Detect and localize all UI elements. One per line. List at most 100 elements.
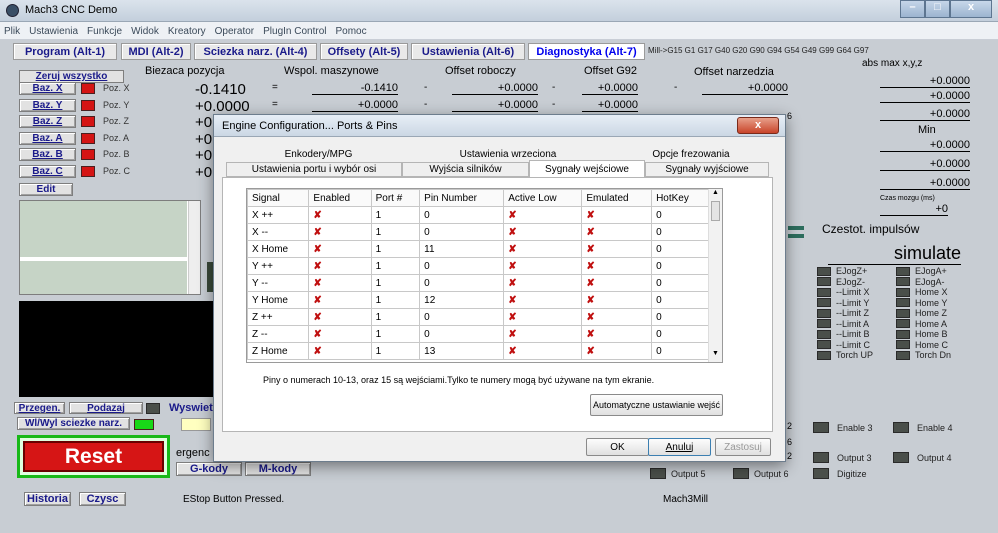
menu-item-6[interactable]: PlugIn Control [263,26,326,37]
enabled-cell[interactable]: ✘ [308,291,372,309]
tab-diagnostics[interactable]: Diagnostyka (Alt-7) [528,43,645,60]
ok-button[interactable]: OK [586,438,649,456]
column-header[interactable]: Pin Number [419,189,505,207]
emulated-cell[interactable]: ✘ [581,308,653,326]
active-low-cell[interactable]: ✘ [503,257,583,275]
emulated-cell[interactable]: ✘ [581,342,653,360]
port-cell[interactable]: 1 [370,308,421,326]
emulated-cell[interactable]: ✘ [581,223,653,241]
toggle-toolpath-button[interactable]: Wl/Wyl sciezke narz. [17,417,130,430]
pin-number-cell[interactable]: 0 [419,223,505,241]
pin-number-cell[interactable]: 12 [419,291,505,309]
emulated-cell[interactable]: ✘ [581,274,653,292]
active-low-cell[interactable]: ✘ [503,206,583,224]
enabled-cell[interactable]: ✘ [308,308,372,326]
emulated-cell[interactable]: ✘ [581,240,653,258]
menu-item-0[interactable]: Plik [4,26,20,37]
apply-button[interactable]: Zastosuj [715,438,771,456]
edit-button[interactable]: Edit [19,183,73,196]
history-button[interactable]: Historia [24,492,71,506]
pin-number-cell[interactable]: 0 [419,308,505,326]
menu-item-5[interactable]: Operator [215,26,254,37]
enabled-cell[interactable]: ✘ [308,257,372,275]
menu-item-2[interactable]: Funkcje [87,26,122,37]
tab-encoders[interactable]: Enkodery/MPG [226,147,411,162]
code-list[interactable] [19,200,201,295]
emulated-cell[interactable]: ✘ [581,291,653,309]
home-axis-button[interactable]: Baz. Y [19,99,76,112]
active-low-cell[interactable]: ✘ [503,342,583,360]
home-axis-button[interactable]: Baz. B [19,148,76,161]
port-cell[interactable]: 1 [370,291,421,309]
table-row[interactable]: Z ++ ✘ 1 0 ✘ ✘ 0 [247,308,709,326]
cancel-button[interactable]: Anuluj [648,438,711,456]
hotkey-cell[interactable]: 0 [651,308,709,326]
home-axis-button[interactable]: Baz. Z [19,115,76,128]
reset-button[interactable]: Reset [23,441,164,472]
menu-item-7[interactable]: Pomoc [336,26,367,37]
gcodes-button[interactable]: G-kody [176,462,242,476]
hotkey-cell[interactable]: 0 [651,240,709,258]
active-low-cell[interactable]: ✘ [503,274,583,292]
mcodes-button[interactable]: M-kody [245,462,311,476]
hotkey-cell[interactable]: 0 [651,274,709,292]
column-header[interactable]: HotKey [651,189,709,207]
scroll-down-arrow[interactable]: ▼ [709,350,722,362]
regenerate-button[interactable]: Przegen. [14,402,65,414]
dialog-close-button[interactable]: x [737,117,779,134]
tab-motor-outputs[interactable]: Wyjścia silników [402,162,529,177]
hotkey-cell[interactable]: 0 [651,206,709,224]
port-cell[interactable]: 1 [370,206,421,224]
column-header[interactable]: Emulated [581,189,653,207]
pin-number-cell[interactable]: 0 [419,274,505,292]
tab-toolpath[interactable]: Sciezka narz. (Alt-4) [194,43,317,60]
emulated-cell[interactable]: ✘ [581,206,653,224]
table-row[interactable]: Z -- ✘ 1 0 ✘ ✘ 0 [247,325,709,343]
active-low-cell[interactable]: ✘ [503,240,583,258]
tab-output-signals[interactable]: Sygnały wyjściowe [645,162,769,177]
hotkey-cell[interactable]: 0 [651,325,709,343]
tab-settings[interactable]: Ustawienia (Alt-6) [411,43,525,60]
tab-offsets[interactable]: Offsety (Alt-5) [320,43,408,60]
port-cell[interactable]: 1 [370,240,421,258]
hotkey-cell[interactable]: 0 [651,342,709,360]
enabled-cell[interactable]: ✘ [308,223,372,241]
enabled-cell[interactable]: ✘ [308,274,372,292]
enabled-cell[interactable]: ✘ [308,342,372,360]
mdi-input[interactable] [181,418,211,431]
pin-number-cell[interactable]: 11 [419,240,505,258]
active-low-cell[interactable]: ✘ [503,291,583,309]
clear-button[interactable]: Czysc [79,492,126,506]
table-scrollbar[interactable]: ▲ ▼ [708,189,722,362]
minimize-button[interactable]: – [900,0,925,18]
tab-port-setup[interactable]: Ustawienia portu i wybór osi [226,162,402,177]
active-low-cell[interactable]: ✘ [503,325,583,343]
tab-program[interactable]: Program (Alt-1) [13,43,117,60]
auto-setup-inputs-button[interactable]: Automatyczne ustawianie wejść [590,394,723,416]
pin-number-cell[interactable]: 13 [419,342,505,360]
pin-number-cell[interactable]: 0 [419,325,505,343]
active-low-cell[interactable]: ✘ [503,223,583,241]
port-cell[interactable]: 1 [370,257,421,275]
scrollbar[interactable] [188,201,200,294]
enabled-cell[interactable]: ✘ [308,240,372,258]
column-header[interactable]: Enabled [308,189,372,207]
tab-mdi[interactable]: MDI (Alt-2) [121,43,191,60]
column-header[interactable]: Active Low [503,189,583,207]
menu-item-3[interactable]: Widok [131,26,159,37]
table-row[interactable]: Z Home ✘ 1 13 ✘ ✘ 0 [247,342,709,360]
table-row[interactable]: X Home ✘ 1 11 ✘ ✘ 0 [247,240,709,258]
home-axis-button[interactable]: Baz. A [19,132,76,145]
menu-item-1[interactable]: Ustawienia [29,26,78,37]
scroll-up-arrow[interactable]: ▲ [709,189,722,201]
column-header[interactable]: Signal [247,189,310,207]
pin-number-cell[interactable]: 0 [419,206,505,224]
table-row[interactable]: Y ++ ✘ 1 0 ✘ ✘ 0 [247,257,709,275]
tab-input-signals[interactable]: Sygnały wejściowe [529,160,645,178]
hotkey-cell[interactable]: 0 [651,291,709,309]
table-row[interactable]: X -- ✘ 1 0 ✘ ✘ 0 [247,223,709,241]
pin-number-cell[interactable]: 0 [419,257,505,275]
emulated-cell[interactable]: ✘ [581,325,653,343]
emulated-cell[interactable]: ✘ [581,257,653,275]
close-button[interactable]: x [950,0,992,18]
